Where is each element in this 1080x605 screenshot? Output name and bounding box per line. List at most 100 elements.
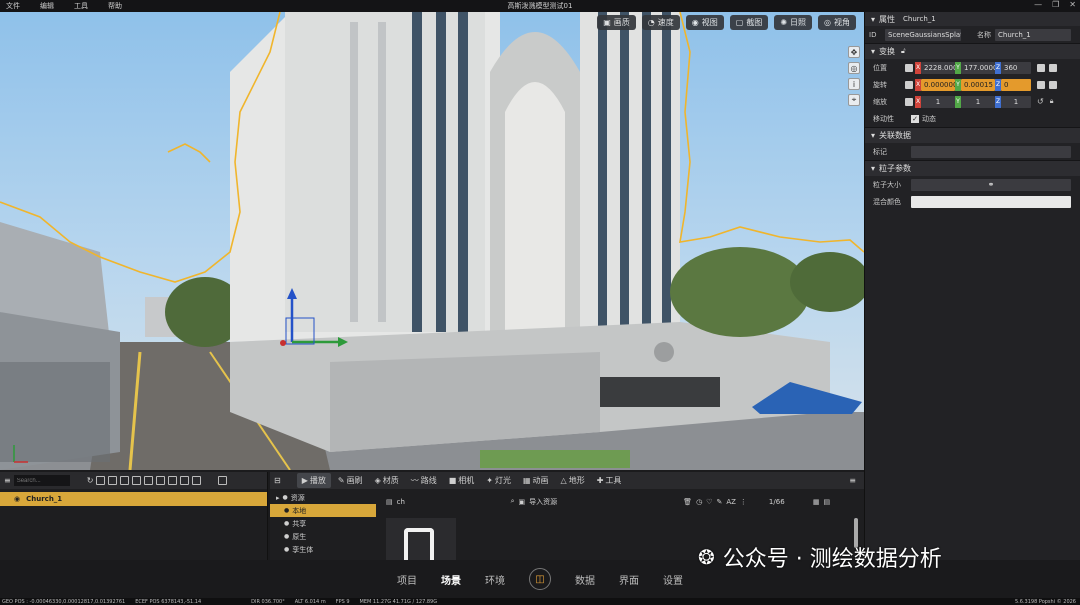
- history-icon[interactable]: ◷: [696, 498, 702, 506]
- tab-brush[interactable]: ✎ 画刷: [333, 473, 368, 488]
- menu-icon[interactable]: ≡: [4, 476, 11, 485]
- menu-icon[interactable]: ≡: [849, 476, 856, 485]
- viewport-button-5[interactable]: ◎ 视角: [818, 15, 856, 30]
- favorite-icon[interactable]: ♡: [706, 498, 712, 506]
- paste-icon[interactable]: [1049, 63, 1057, 72]
- nav-5[interactable]: 设置: [663, 572, 683, 587]
- more-icon[interactable]: ⋮: [740, 498, 747, 506]
- scale-x[interactable]: 1: [921, 95, 955, 108]
- rotation-z[interactable]: 0: [1001, 78, 1031, 91]
- move-tool-icon[interactable]: ✥: [848, 46, 860, 58]
- tab-light[interactable]: ✦ 灯光: [481, 473, 516, 488]
- locate-icon[interactable]: ⌖: [848, 94, 860, 106]
- app-logo-icon[interactable]: ◫: [529, 568, 551, 590]
- position-z[interactable]: 360: [1001, 61, 1031, 74]
- tag-field[interactable]: [911, 145, 1071, 158]
- name-field[interactable]: Church_1: [995, 28, 1071, 41]
- chevron-down-icon[interactable]: ▾: [871, 15, 875, 24]
- select-icon[interactable]: [192, 476, 202, 485]
- position-y[interactable]: 177.0000: [961, 61, 995, 74]
- list-view-icon[interactable]: ▤: [824, 498, 831, 506]
- blend-color-swatch[interactable]: [911, 195, 1071, 208]
- viewport-button-3[interactable]: ▢ 截图: [729, 15, 769, 30]
- square-icon[interactable]: [168, 476, 178, 485]
- search-icon[interactable]: ⌕: [511, 497, 515, 506]
- grid-icon[interactable]: [180, 476, 190, 485]
- reset-icon[interactable]: ↺: [1037, 97, 1044, 106]
- viewport-button-4[interactable]: ✺ 日照: [774, 15, 813, 30]
- menu-edit[interactable]: 编辑: [40, 1, 54, 11]
- tab-tool[interactable]: ✚ 工具: [592, 473, 627, 488]
- viewport-button-0[interactable]: ▣ 画质: [597, 15, 636, 30]
- frame-icon[interactable]: [96, 476, 106, 485]
- sort-icon[interactable]: AZ: [726, 498, 736, 506]
- expand-icon[interactable]: [108, 476, 118, 485]
- copy-icon[interactable]: [1037, 80, 1045, 89]
- close-icon[interactable]: ✕: [1069, 0, 1076, 9]
- paste-icon[interactable]: [1049, 80, 1057, 89]
- nav-3[interactable]: 数据: [575, 572, 595, 587]
- scale-y[interactable]: 1: [961, 95, 995, 108]
- copy-icon[interactable]: [1037, 63, 1045, 72]
- rotation-x[interactable]: 0.000000: [921, 78, 955, 91]
- slider-handle-icon[interactable]: ⚭: [988, 180, 995, 189]
- tab-route[interactable]: 〰路线: [406, 473, 442, 488]
- settings-icon[interactable]: [144, 476, 154, 485]
- tree-item[interactable]: ● 共享: [270, 517, 376, 530]
- particle-section[interactable]: ▾ 粒子参数: [865, 160, 1080, 176]
- refresh-icon[interactable]: ↻: [87, 476, 94, 485]
- nav-0[interactable]: 项目: [397, 572, 417, 587]
- nav-2[interactable]: 环境: [485, 572, 505, 587]
- tab-material[interactable]: ◈ 材质: [370, 473, 404, 488]
- tab-terrain[interactable]: △ 地形: [556, 473, 590, 488]
- transform-section[interactable]: ▾ 变换 🔓︎: [865, 43, 1080, 59]
- edit-icon[interactable]: ✎: [716, 498, 722, 506]
- asset-search[interactable]: ch: [397, 498, 507, 506]
- globe-icon[interactable]: ◎: [848, 62, 860, 74]
- position-x[interactable]: 2228.000: [921, 61, 955, 74]
- info-icon[interactable]: i: [848, 78, 860, 90]
- search-input[interactable]: [13, 475, 70, 486]
- particle-size-slider[interactable]: ⚭: [911, 178, 1071, 191]
- lock-icon[interactable]: 🔒︎: [1050, 97, 1054, 106]
- minimize-icon[interactable]: —: [1034, 0, 1042, 9]
- film-icon[interactable]: [132, 476, 142, 485]
- nav-1[interactable]: 场景: [441, 572, 461, 587]
- id-field[interactable]: SceneGaussiansSplat_: [885, 28, 961, 41]
- grid-view-icon[interactable]: ▦: [813, 498, 820, 506]
- viewport-button-2[interactable]: ◉ 视图: [685, 15, 724, 30]
- altitude: ALT 6.014 m: [294, 598, 326, 605]
- hierarchy-item[interactable]: ◉ Church_1: [0, 492, 267, 506]
- linked-data-section[interactable]: ▾ 关联数据: [865, 127, 1080, 143]
- rotation-y[interactable]: 0.00015: [961, 78, 995, 91]
- asset-thumbnail[interactable]: [386, 518, 456, 562]
- menu-file[interactable]: 文件: [6, 1, 20, 11]
- tab-play[interactable]: ▶ 播放: [296, 473, 331, 488]
- lock-icon[interactable]: 🔓︎: [901, 47, 906, 56]
- import-button[interactable]: 导入资源: [529, 497, 679, 507]
- scale-z[interactable]: 1: [1001, 95, 1031, 108]
- delete-icon[interactable]: 🗑︎: [683, 498, 692, 506]
- link-icon[interactable]: [905, 80, 913, 89]
- link-icon[interactable]: [905, 97, 913, 106]
- viewport-button-1[interactable]: ◔ 速度: [641, 15, 680, 30]
- scene-viewport[interactable]: ▣ 画质 ◔ 速度 ◉ 视图 ▢ 截图 ✺ 日照 ◎ 视角 ✥ ◎ i ⌖: [0, 12, 864, 470]
- camera-icon[interactable]: [120, 476, 130, 485]
- nav-4[interactable]: 界面: [619, 572, 639, 587]
- tree-item[interactable]: ● 孪生体: [270, 543, 376, 556]
- square-icon[interactable]: [156, 476, 166, 485]
- tree-item[interactable]: ▸ ● 资源: [270, 491, 376, 504]
- panel-toggle-icon[interactable]: ⊟: [274, 476, 281, 485]
- link-icon[interactable]: [905, 63, 913, 72]
- tree-item[interactable]: ● 本地: [270, 504, 376, 517]
- maximize-icon[interactable]: ❐: [1052, 0, 1059, 9]
- menu-help[interactable]: 帮助: [108, 1, 122, 11]
- menu-tools[interactable]: 工具: [74, 1, 88, 11]
- tree-item[interactable]: ● 原生: [270, 530, 376, 543]
- panel-icon[interactable]: [218, 476, 228, 485]
- tab-animation[interactable]: ▦ 动画: [518, 473, 554, 488]
- tab-camera[interactable]: ■ 相机: [444, 473, 480, 488]
- eye-icon[interactable]: ◉: [14, 495, 20, 503]
- chevron-right-icon[interactable]: ▸: [276, 494, 280, 502]
- mobility-checkbox[interactable]: ✓: [911, 114, 919, 123]
